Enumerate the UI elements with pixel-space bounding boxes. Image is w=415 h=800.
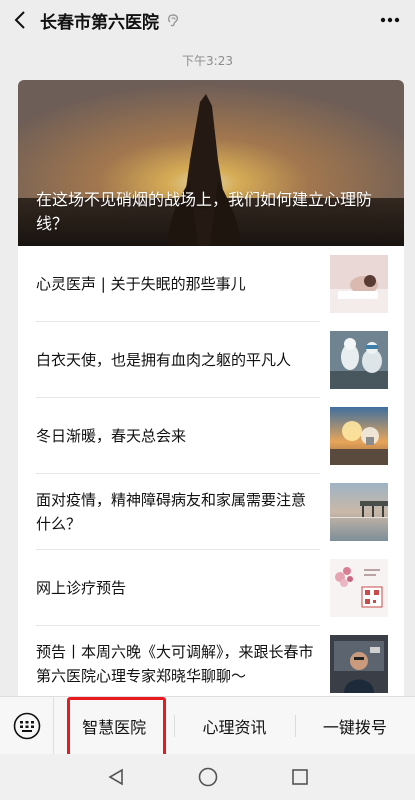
article-card: 在这场不见硝烟的战场上，我们如何建立心理防线？ 心灵医声 | 关于失眠的那些事儿… [18,80,404,760]
lake-pier-image [330,483,388,541]
hero-title: 在这场不见硝烟的战场上，我们如何建立心理防线？ [36,190,373,233]
list-item[interactable]: 网上诊疗预告 [18,550,404,626]
keyboard-icon[interactable] [0,696,54,755]
menu-smart-hospital[interactable]: 智慧医院 [54,697,174,755]
hero-article[interactable]: 在这场不见硝烟的战场上，我们如何建立心理防线？ [18,80,404,246]
list-item[interactable]: 面对疫情，精神障碍病友和家属需要注意什么？ [18,474,404,550]
bottom-menu: 智慧医院 心理资讯 一键拨号 [0,696,415,755]
article-title: 白衣天使，也是拥有血肉之躯的平凡人 [36,351,292,369]
system-nav-bar [0,754,415,800]
message-timestamp: 下午3:23 [182,54,233,68]
list-item[interactable]: 冬日渐暖，春天总会来 [18,398,404,474]
menu-psychology-news[interactable]: 心理资讯 [174,697,294,755]
medical-staff-image [330,331,388,389]
list-item[interactable]: 白衣天使，也是拥有血肉之躯的平凡人 [18,322,404,398]
list-item[interactable]: 心灵医声 | 关于失眠的那些事儿 [18,246,404,322]
lightbulb-sunset-image [330,407,388,465]
article-title: 面对疫情，精神障碍病友和家属需要注意什么？ [36,491,307,533]
triangle-back-icon[interactable] [107,768,125,786]
ear-icon [165,12,181,28]
menu-one-click-dial[interactable]: 一键拨号 [294,697,415,755]
article-list: 心灵医声 | 关于失眠的那些事儿 白衣天使，也是拥有血肉之躯的平凡人 冬日渐暖，… [18,246,404,702]
page-title: 长春市第六医院 [40,12,159,33]
sleeping-person-image [330,255,388,313]
article-title: 冬日渐暖，春天总会来 [36,427,187,445]
square-recents-icon[interactable] [291,768,309,786]
article-title: 网上诊疗预告 [36,579,127,597]
chevron-left-icon[interactable] [0,0,40,40]
article-title: 预告丨本周六晚《大可调解》，来跟长春市第六医院心理专家郑晓华聊聊～ [36,643,314,685]
flowers-qr-image [330,559,388,617]
ellipsis-icon[interactable] [375,6,405,34]
circle-home-icon[interactable] [198,767,218,787]
doctor-video-image [330,635,388,693]
article-title: 心灵医声 | 关于失眠的那些事儿 [36,275,246,293]
top-bar: 长春市第六医院 [0,0,415,40]
list-item[interactable]: 预告丨本周六晚《大可调解》，来跟长春市第六医院心理专家郑晓华聊聊～ [18,626,404,702]
